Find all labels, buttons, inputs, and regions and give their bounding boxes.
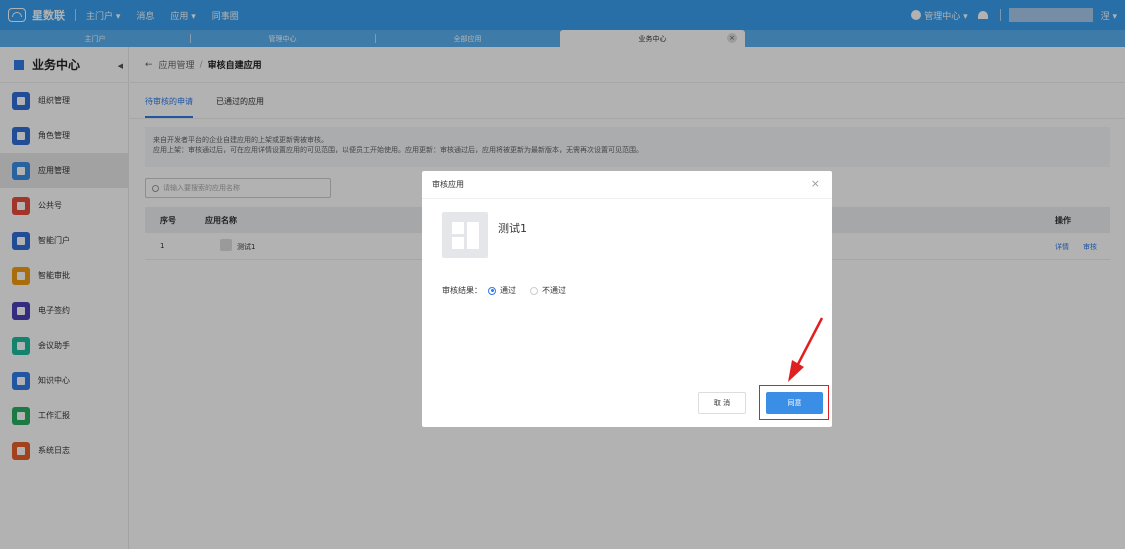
icon-block <box>452 237 464 249</box>
radio-pass-label[interactable]: 通过 <box>500 285 516 296</box>
radio-pass[interactable] <box>488 286 496 295</box>
radio-reject-label[interactable]: 不通过 <box>542 285 566 296</box>
close-icon[interactable]: × <box>811 178 820 189</box>
icon-block <box>452 222 464 234</box>
annotation-arrow <box>788 317 824 382</box>
review-result: 审核结果： 通过 不通过 <box>442 285 566 296</box>
cancel-button[interactable]: 取 消 <box>698 392 746 414</box>
highlight-box <box>759 385 829 420</box>
dialog-title: 审核应用 <box>432 180 464 189</box>
dialog-header: 审核应用 × <box>422 171 832 199</box>
radio-reject[interactable] <box>530 286 538 295</box>
dialog-app-name: 测试1 <box>498 222 527 235</box>
result-label: 审核结果： <box>442 286 482 295</box>
icon-block <box>467 222 479 249</box>
app-icon <box>442 212 488 258</box>
